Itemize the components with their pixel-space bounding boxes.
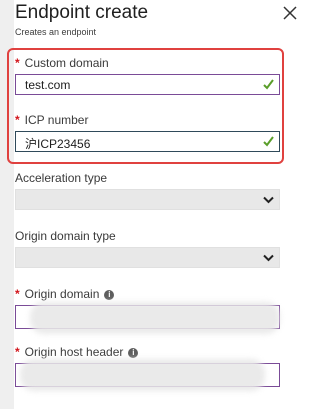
info-icon[interactable]: i: [104, 290, 115, 300]
icp-number-value: 沪ICP23456: [25, 137, 91, 151]
required-marker: *: [15, 287, 20, 301]
origin-host-header-label: * Origin host header i: [15, 345, 139, 359]
chevron-down-icon[interactable]: [263, 196, 274, 204]
acceleration-type-label: Acceleration type: [15, 171, 108, 185]
info-icon[interactable]: i: [128, 348, 139, 358]
blade-subtitle: Creates an endpoint: [15, 27, 97, 37]
checkmark-icon: [263, 136, 274, 147]
checkmark-icon: [263, 79, 274, 90]
close-icon[interactable]: [281, 4, 299, 22]
icp-number-label: * ICP number: [15, 113, 89, 127]
required-marker: *: [15, 56, 20, 70]
icp-number-input[interactable]: 沪ICP23456: [15, 131, 280, 152]
redaction-blur: [20, 359, 265, 391]
custom-domain-value: test.com: [25, 78, 71, 92]
required-marker: *: [15, 113, 20, 127]
acceleration-type-select[interactable]: [15, 189, 280, 210]
blade-title: Endpoint create: [15, 2, 149, 23]
redaction-blur: [30, 302, 280, 334]
custom-domain-input[interactable]: test.com: [15, 74, 280, 95]
origin-domain-type-select[interactable]: [15, 247, 280, 268]
origin-domain-type-label: Origin domain type: [15, 229, 116, 243]
chevron-down-icon[interactable]: [263, 254, 274, 262]
custom-domain-label: * Custom domain: [15, 56, 109, 70]
required-marker: *: [15, 345, 20, 359]
origin-domain-label: * Origin domain i: [15, 287, 115, 301]
